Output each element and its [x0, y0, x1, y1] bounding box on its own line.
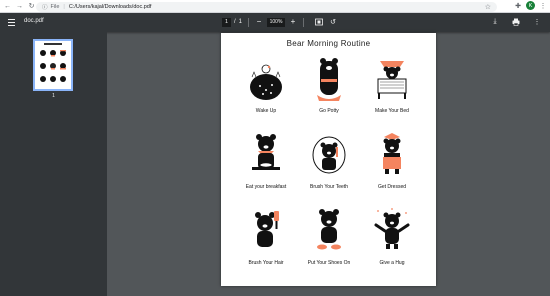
- routine-card: Brush Your Teeth: [294, 131, 364, 201]
- go-potty-bear-illustration: [317, 58, 341, 101]
- routine-card: Get Dressed: [357, 131, 427, 201]
- print-icon[interactable]: [511, 17, 521, 27]
- rotate-icon[interactable]: ↺: [328, 17, 338, 27]
- document-title: doc.pdf: [24, 18, 44, 24]
- forward-icon[interactable]: →: [15, 2, 24, 11]
- more-actions-icon[interactable]: ⋮: [532, 17, 542, 27]
- routine-card: Put Your Shoes On: [294, 207, 364, 277]
- address-bar[interactable]: ⓘ File | C:/Users/kajal/Downloads/doc.pd…: [36, 1, 497, 12]
- get-dressed-bear-illustration: [383, 133, 401, 174]
- bookmark-star-icon[interactable]: ☆: [485, 3, 491, 11]
- thumbnail-sidebar: 1: [0, 32, 107, 296]
- brush-teeth-bear-illustration: [312, 136, 346, 174]
- make-bed-bear-illustration: [377, 61, 407, 99]
- page-heading: Bear Morning Routine: [286, 39, 371, 48]
- sidebar-menu-icon[interactable]: [7, 17, 17, 27]
- routine-label: Make Your Bed: [375, 108, 409, 114]
- back-icon[interactable]: ←: [3, 2, 12, 11]
- toolbar-divider: [303, 17, 305, 27]
- extensions-puzzle-icon[interactable]: ✚: [514, 2, 522, 10]
- routine-label: Go Potty: [319, 108, 339, 114]
- routine-label: Give a Hug: [379, 260, 405, 266]
- routine-card: Give a Hug: [357, 207, 427, 277]
- reload-icon[interactable]: ↻: [27, 2, 36, 11]
- file-label: File: [50, 3, 60, 10]
- routine-label: Brush Your Hair: [248, 260, 284, 266]
- zoom-out-button[interactable]: −: [255, 18, 263, 26]
- download-icon[interactable]: ⤓: [490, 17, 500, 27]
- browser-menu-icon[interactable]: ⋮: [539, 2, 547, 10]
- zoom-in-button[interactable]: +: [289, 18, 297, 26]
- breakfast-bear-illustration: [252, 134, 280, 170]
- give-hug-bear-illustration: [374, 208, 410, 249]
- page-separator: /: [234, 19, 236, 25]
- routine-card: Eat your breakfast: [231, 131, 301, 201]
- omnibox-divider: |: [63, 3, 65, 10]
- zoom-level-input[interactable]: 100%: [267, 17, 286, 27]
- fit-page-icon[interactable]: [314, 17, 324, 27]
- routine-label: Eat your breakfast: [245, 184, 287, 190]
- pdf-page: Bear Morning Routine Wake Up Go Potty Ma…: [221, 33, 436, 286]
- routine-card: Go Potty: [294, 55, 364, 125]
- routine-card: Wake Up: [231, 55, 301, 125]
- routine-label: Put Your Shoes On: [307, 260, 351, 266]
- url-text: C:/Users/kajal/Downloads/doc.pdf: [68, 3, 152, 10]
- routine-card: Make Your Bed: [357, 55, 427, 125]
- routine-label: Get Dressed: [377, 184, 407, 190]
- page-thumbnail[interactable]: [33, 39, 73, 91]
- pdf-viewer-toolbar: doc.pdf 1 / 1 − 100% + ↺ ⤓ ⋮: [0, 13, 550, 32]
- page-total: 1: [238, 19, 243, 25]
- browser-toolbar: ← → ↻ ⓘ File | C:/Users/kajal/Downloads/…: [0, 0, 550, 13]
- info-icon[interactable]: ⓘ: [42, 3, 48, 11]
- brush-hair-bear-illustration: [255, 211, 279, 247]
- thumbnail-page-number: 1: [52, 93, 55, 99]
- wake-up-bear-illustration: [250, 64, 282, 100]
- routine-card: Brush Your Hair: [231, 207, 301, 277]
- page-number-input[interactable]: 1: [222, 17, 231, 27]
- routine-label: Brush Your Teeth: [310, 184, 348, 190]
- profile-avatar[interactable]: K: [526, 1, 535, 10]
- toolbar-divider: [248, 17, 250, 27]
- routine-label: Wake Up: [255, 108, 277, 114]
- shoes-on-bear-illustration: [317, 209, 341, 250]
